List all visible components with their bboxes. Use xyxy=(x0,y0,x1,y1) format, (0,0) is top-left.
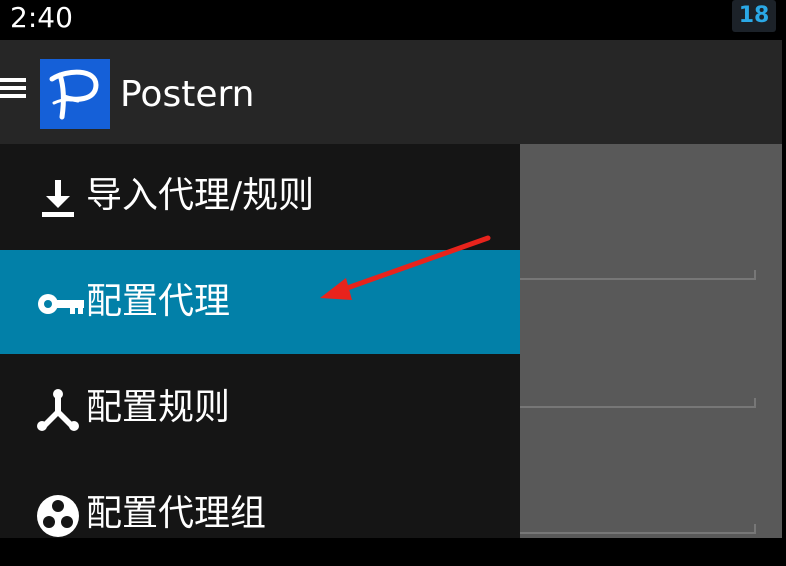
status-bar: 2:40 18 xyxy=(0,0,786,36)
screen-edge xyxy=(782,40,786,538)
navigation-drawer: 导入代理/规则 配置代理 配置规则 配置代理组 xyxy=(0,144,520,538)
branch-icon xyxy=(36,388,80,432)
content-divider-tick xyxy=(754,398,756,406)
postern-logo-icon xyxy=(40,59,110,129)
drawer-item-import[interactable]: 导入代理/规则 xyxy=(0,144,520,248)
drawer-item-label: 配置代理组 xyxy=(86,493,267,534)
drawer-item-configure-proxy[interactable]: 配置代理 xyxy=(0,250,520,354)
drawer-item-label: 配置代理 xyxy=(86,281,231,322)
group-icon xyxy=(36,494,80,538)
content-divider xyxy=(520,406,756,408)
content-area xyxy=(520,144,782,538)
hamburger-menu-icon[interactable] xyxy=(0,78,26,106)
download-icon xyxy=(36,176,80,220)
action-bar xyxy=(0,40,782,144)
content-divider xyxy=(520,278,756,280)
content-divider-tick xyxy=(754,270,756,278)
notification-badge: 18 xyxy=(732,0,776,32)
app-title: Postern xyxy=(120,74,255,115)
drawer-item-label: 导入代理/规则 xyxy=(86,175,315,216)
content-divider xyxy=(520,532,756,534)
drawer-item-configure-proxy-group[interactable]: 配置代理组 xyxy=(0,462,520,566)
key-icon xyxy=(36,282,84,326)
drawer-item-label: 配置规则 xyxy=(86,387,231,428)
content-divider-tick xyxy=(754,524,756,532)
status-time: 2:40 xyxy=(10,1,73,34)
drawer-item-configure-rules[interactable]: 配置规则 xyxy=(0,356,520,460)
